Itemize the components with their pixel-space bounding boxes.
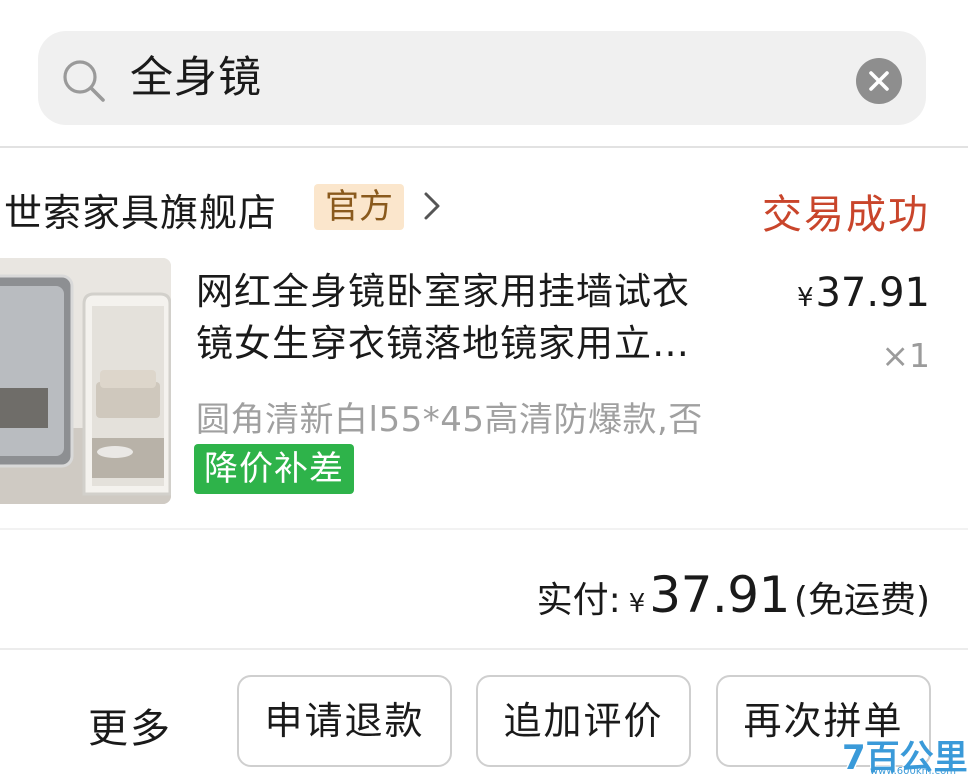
search-icon (63, 60, 105, 102)
discount-tag: 降价补差 (194, 444, 354, 494)
official-badge: 官方 (314, 184, 404, 230)
search-bar[interactable]: 全身镜 (38, 31, 926, 125)
store-row[interactable]: 世索家具旗舰店 官方 交易成功 (0, 176, 968, 238)
refund-button[interactable]: 申请退款 (237, 675, 452, 767)
search-area: 全身镜 (0, 0, 968, 148)
quantity: ×1 (881, 336, 930, 375)
order-status: 交易成功 (762, 192, 930, 238)
more-button[interactable]: 更多 (88, 696, 172, 754)
unit-price: ¥37.91 (797, 270, 930, 316)
price-value: 37.91 (815, 270, 930, 316)
payment-summary: 实付: ¥37.91 (免运费) (537, 566, 930, 624)
product-title[interactable]: 网红全身镜卧室家用挂墙试衣 镜女生穿衣镜落地镜家用立… (196, 266, 756, 370)
divider (0, 528, 968, 530)
store-name[interactable]: 世索家具旗舰店 (4, 182, 277, 237)
clear-icon[interactable] (856, 58, 902, 104)
sku-text: 圆角清新白l55*45高清防爆款,否 (196, 400, 703, 440)
chevron-right-icon[interactable] (418, 188, 446, 224)
product-title-line: 镜女生穿衣镜落地镜家用立… (196, 322, 690, 365)
product-title-line: 网红全身镜卧室家用挂墙试衣 (196, 270, 690, 313)
currency-symbol: ¥ (796, 283, 814, 313)
paid-label: 实付: (536, 580, 621, 621)
divider (0, 648, 968, 650)
watermark-url: www.600km.com (870, 766, 956, 777)
order-card: 世索家具旗舰店 官方 交易成功 网红全身镜卧室家用挂墙试衣 镜女生穿衣镜落地镜家… (0, 148, 968, 781)
paid-amount: 37.91 (649, 566, 790, 624)
shipping-note: (免运费) (793, 580, 930, 621)
watermark: 7百公里 www.600km.com (842, 730, 968, 778)
product-image[interactable] (0, 258, 171, 504)
currency-symbol: ¥ (628, 589, 646, 619)
search-input[interactable]: 全身镜 (130, 31, 262, 125)
add-review-button[interactable]: 追加评价 (476, 675, 691, 767)
